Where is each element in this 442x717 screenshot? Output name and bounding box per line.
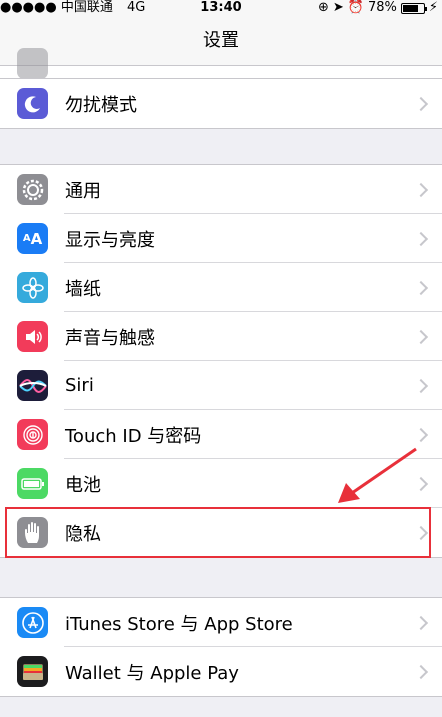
chevron-right-icon: [413, 525, 429, 540]
settings-row-label: Touch ID 与密码: [65, 425, 202, 447]
chevron-right-icon: [413, 664, 429, 679]
speaker-icon: [17, 321, 48, 352]
settings-row-privacy[interactable]: 隐私: [0, 508, 442, 557]
chevron-right-icon: [413, 476, 429, 491]
settings-row-general[interactable]: 通用: [0, 165, 442, 214]
gear-icon: [17, 174, 48, 205]
chevron-right-icon: [413, 182, 429, 197]
battery-icon: [400, 2, 427, 14]
settings-row-battery[interactable]: 电池: [0, 459, 442, 508]
flower-icon: [17, 272, 48, 303]
chevron-right-icon: [413, 378, 429, 393]
charging-icon: ⚡: [428, 0, 438, 15]
settings-group-2: 通用 AA 显示与亮度 墙纸 声音与触感 Siri Touch ID 与密码 电…: [0, 164, 442, 558]
settings-row-itunes-app-store[interactable]: iTunes Store 与 App Store: [0, 598, 442, 647]
settings-row-label: 声音与触感: [65, 327, 155, 349]
settings-row-wallet-apple-pay[interactable]: Wallet 与 Apple Pay: [0, 647, 442, 696]
alarm-icon: ⏰: [347, 0, 364, 15]
text-size-icon: AA: [17, 223, 48, 254]
settings-row-display-brightness[interactable]: AA 显示与亮度: [0, 214, 442, 263]
chevron-right-icon: [413, 427, 429, 442]
navigation-bar: 设置: [0, 16, 442, 66]
status-right: ⊕ ➤ ⏰ 78% ⚡: [318, 0, 438, 16]
settings-row-label: 隐私: [65, 523, 101, 545]
peek-icon: [17, 48, 48, 79]
chevron-right-icon: [413, 280, 429, 295]
settings-row-label: 墙纸: [65, 278, 101, 300]
settings-row-label: 通用: [65, 180, 101, 202]
moon-icon: [17, 88, 48, 119]
page-title: 设置: [203, 30, 239, 51]
chevron-right-icon: [413, 615, 429, 630]
battery-icon: [17, 468, 48, 499]
previous-row-peek: [0, 48, 442, 79]
chevron-right-icon: [413, 96, 429, 111]
battery-percent: 78%: [367, 0, 397, 15]
hand-icon: [17, 517, 48, 548]
fingerprint-icon: [17, 419, 48, 450]
siri-icon: [17, 370, 48, 401]
settings-group-3: iTunes Store 与 App Store Wallet 与 Apple …: [0, 597, 442, 697]
settings-row-label: iTunes Store 与 App Store: [65, 613, 293, 635]
settings-row-label: 显示与亮度: [65, 229, 155, 251]
settings-row-label: Siri: [65, 375, 94, 396]
wallet-icon: [17, 656, 48, 687]
settings-row-sounds-haptics[interactable]: 声音与触感: [0, 312, 442, 361]
chevron-right-icon: [413, 231, 429, 246]
settings-row-label: Wallet 与 Apple Pay: [65, 662, 239, 684]
chevron-right-icon: [413, 329, 429, 344]
settings-row-label: 勿扰模式: [65, 94, 137, 116]
settings-row-do-not-disturb[interactable]: 勿扰模式: [0, 79, 442, 128]
settings-row-touch-id-passcode[interactable]: Touch ID 与密码: [0, 410, 442, 459]
app-store-icon: [17, 607, 48, 638]
settings-row-wallpaper[interactable]: 墙纸: [0, 263, 442, 312]
location-icon: ➤: [332, 0, 344, 15]
settings-row-siri[interactable]: Siri: [0, 361, 442, 410]
settings-row-label: 电池: [65, 474, 101, 496]
settings-group-1: 勿扰模式: [0, 78, 442, 129]
rotation-lock-icon: ⊕: [317, 0, 329, 15]
status-bar: ●●●●● 中国联通 4G 13:40 ⊕ ➤ ⏰ 78% ⚡: [0, 0, 442, 16]
